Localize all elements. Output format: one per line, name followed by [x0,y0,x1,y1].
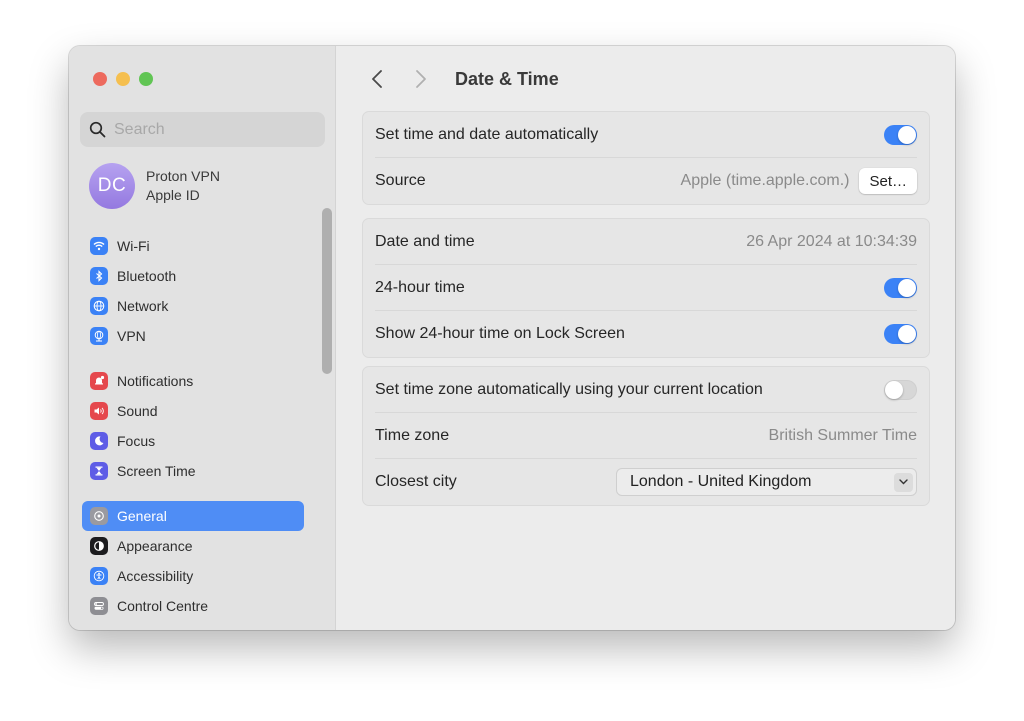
closest-city-select[interactable]: London - United Kingdom [616,468,917,496]
sidebar-item-label: Screen Time [117,463,196,479]
closest-city-row: Closest city London - United Kingdom [375,459,917,505]
search-input[interactable] [114,120,304,139]
source-label: Source [375,172,426,189]
lock-screen-24-hour-label: Show 24-hour time on Lock Screen [375,325,625,342]
sidebar-item-label: Network [117,298,169,314]
back-button[interactable] [365,66,389,92]
moon-icon [90,432,108,450]
set-auto-toggle[interactable] [884,124,917,145]
sidebar-scrollbar[interactable] [322,208,332,374]
settings-window: DC Proton VPN Apple ID Wi-Fi Bluetooth [69,46,955,630]
bluetooth-icon [90,267,108,285]
set-source-button[interactable]: Set… [859,168,917,194]
sidebar-item-vpn[interactable]: VPN [82,321,304,351]
set-auto-label: Set time and date automatically [375,125,599,143]
sidebar-item-label: Notifications [117,373,194,389]
sidebar-item-control-centre[interactable]: Control Centre [82,591,304,621]
closest-city-value: London - United Kingdom [630,473,812,490]
search-icon [89,121,106,138]
accessibility-icon [90,567,108,585]
sidebar-item-label: Appearance [117,538,193,554]
account-subtitle: Apple ID [146,187,200,203]
zoom-button[interactable] [139,72,153,86]
sidebar-item-label: Focus [117,433,156,449]
page-title: Date & Time [455,68,559,89]
sidebar-item-label: Control Centre [117,598,209,614]
timezone-group: Set time zone automatically using your c… [362,366,930,506]
sidebar-item-appearance[interactable]: Appearance [82,531,304,561]
sidebar-item-accessibility[interactable]: Accessibility [82,561,304,591]
sidebar-item-label: VPN [117,328,146,344]
chevron-down-icon [894,472,913,492]
set-auto-row: Set time and date automatically [375,112,917,158]
search-field[interactable] [80,112,325,147]
chevron-left-icon [372,70,382,88]
bell-icon [90,372,108,390]
date-time-label: Date and time [375,232,475,250]
minimize-button[interactable] [116,72,130,86]
sidebar-item-sound[interactable]: Sound [82,396,304,426]
sidebar-item-label: Bluetooth [117,268,177,284]
sidebar-item-network[interactable]: Network [82,291,304,321]
sidebar: DC Proton VPN Apple ID Wi-Fi Bluetooth [69,46,336,630]
sidebar-item-general[interactable]: General [82,501,304,531]
sidebar-group-connectivity: Wi-Fi Bluetooth Network VPN [82,231,304,351]
sidebar-group-system: General Appearance Accessibility Control… [82,501,304,621]
source-value: Apple (time.apple.com.) [680,172,850,189]
24-hour-label: 24-hour time [375,278,465,296]
sidebar-item-bluetooth[interactable]: Bluetooth [82,261,304,291]
auto-time-group: Set time and date automatically Source A… [362,111,930,205]
lock-screen-24-hour-toggle[interactable] [884,324,917,344]
toolbar: Date & Time [365,66,559,92]
timezone-row: Time zone British Summer Time [375,413,917,459]
datetime-group: Date and time 26 Apr 2024 at 10:34:39 24… [362,218,930,358]
timezone-value: British Summer Time [768,426,917,444]
sidebar-item-label: Wi-Fi [117,238,150,254]
globe-icon [90,297,108,315]
sidebar-item-notifications[interactable]: Notifications [82,366,304,396]
sidebar-item-wifi[interactable]: Wi-Fi [82,231,304,261]
24-hour-toggle[interactable] [884,277,917,298]
avatar: DC [89,163,135,209]
hourglass-icon [90,462,108,480]
account-name: Proton VPN [146,168,220,184]
sidebar-group-notifications: Notifications Sound Focus Screen Time [82,366,304,486]
gear-icon [90,507,108,525]
sidebar-item-label: General [117,508,167,524]
auto-timezone-toggle[interactable] [884,379,917,400]
traffic-lights [93,72,153,86]
vpn-globe-icon [90,327,108,345]
sidebar-item-focus[interactable]: Focus [82,426,304,456]
closest-city-label: Closest city [375,473,457,490]
source-row: Source Apple (time.apple.com.) Set… [375,158,917,204]
sidebar-item-screen-time[interactable]: Screen Time [82,456,304,486]
speaker-icon [90,402,108,420]
auto-timezone-row: Set time zone automatically using your c… [375,367,917,413]
forward-button[interactable] [409,66,433,92]
control-centre-icon [90,597,108,615]
content-pane: Date & Time Set time and date automatica… [337,46,955,630]
appearance-icon [90,537,108,555]
24-hour-row: 24-hour time [375,265,917,311]
sidebar-item-label: Sound [117,403,158,419]
chevron-right-icon [416,70,426,88]
lock-screen-24-hour-row: Show 24-hour time on Lock Screen [375,311,917,357]
date-time-row: Date and time 26 Apr 2024 at 10:34:39 [375,219,917,265]
close-button[interactable] [93,72,107,86]
auto-timezone-label: Set time zone automatically using your c… [375,380,763,398]
wifi-icon [90,237,108,255]
timezone-label: Time zone [375,426,450,444]
date-time-value: 26 Apr 2024 at 10:34:39 [746,232,917,250]
sidebar-item-label: Accessibility [117,568,194,584]
apple-id-account[interactable]: DC Proton VPN Apple ID [89,163,220,209]
